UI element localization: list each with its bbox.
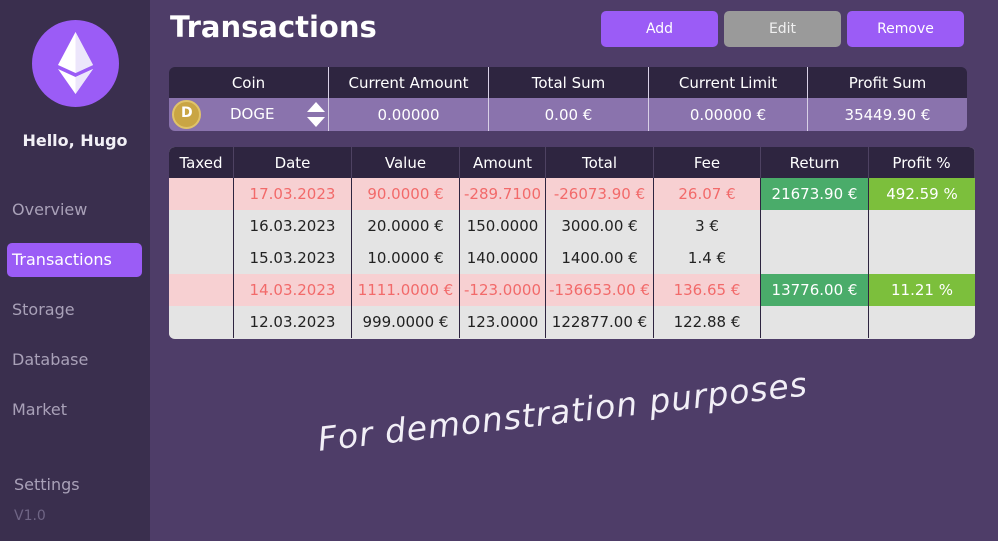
taxed-cell	[169, 274, 234, 306]
total-cell: -136653.00 €	[546, 274, 654, 306]
fee-cell: 122.88 €	[654, 306, 761, 338]
transactions-table-header: Taxed Date Value Amount Total Fee Return…	[169, 147, 975, 178]
sidebar: Hello, Hugo Overview Transactions Storag…	[0, 0, 150, 541]
table-row[interactable]: 17.03.2023 90.0000 € -289.7100 -26073.90…	[169, 178, 975, 210]
taxed-cell	[169, 210, 234, 242]
profit-cell	[869, 242, 975, 274]
date-cell: 12.03.2023	[234, 306, 352, 338]
table-row[interactable]: 16.03.2023 20.0000 € 150.0000 3000.00 € …	[169, 210, 975, 242]
table-row[interactable]: 15.03.2023 10.0000 € 140.0000 1400.00 € …	[169, 242, 975, 274]
value-cell: 20.0000 €	[352, 210, 460, 242]
return-cell: 13776.00 €	[761, 274, 869, 306]
total-cell: 1400.00 €	[546, 242, 654, 274]
value-cell: 1111.0000 €	[352, 274, 460, 306]
demo-watermark: For demonstration purposes	[315, 364, 810, 459]
fee-cell: 136.65 €	[654, 274, 761, 306]
sidebar-item-overview[interactable]: Overview	[12, 200, 87, 219]
date-cell: 14.03.2023	[234, 274, 352, 306]
total-cell: 3000.00 €	[546, 210, 654, 242]
column-header-coin: Coin	[169, 67, 329, 98]
coin-select[interactable]: DOGE	[169, 98, 329, 131]
coin-table-row: DOGE 0.00000 0.00 € 0.00000 € 35449.90 €	[169, 98, 967, 131]
taxed-cell	[169, 178, 234, 210]
page-title: Transactions	[170, 10, 377, 44]
column-header-total-sum: Total Sum	[489, 67, 649, 98]
coin-summary-table: Coin Current Amount Total Sum Current Li…	[169, 67, 967, 131]
column-header-value: Value	[352, 147, 460, 178]
amount-cell: -123.0000	[460, 274, 546, 306]
profit-cell	[869, 306, 975, 338]
value-cell: 90.0000 €	[352, 178, 460, 210]
profit-cell: 492.59 %	[869, 178, 975, 210]
profit-cell: 11.21 %	[869, 274, 975, 306]
total-cell: 122877.00 €	[546, 306, 654, 338]
arrow-up-icon[interactable]	[307, 102, 325, 112]
edit-button[interactable]: Edit	[724, 11, 841, 47]
column-header-profit-sum: Profit Sum	[848, 73, 927, 92]
current-amount-value: 0.00000	[329, 98, 489, 131]
amount-cell: 150.0000	[460, 210, 546, 242]
date-cell: 17.03.2023	[234, 178, 352, 210]
column-header-profit: Profit %	[869, 147, 975, 178]
total-cell: -26073.90 €	[546, 178, 654, 210]
transactions-table: Taxed Date Value Amount Total Fee Return…	[169, 147, 975, 339]
taxed-cell	[169, 242, 234, 274]
coin-table-header: Coin Current Amount Total Sum Current Li…	[169, 67, 967, 98]
add-button[interactable]: Add	[601, 11, 718, 47]
column-header-taxed: Taxed	[169, 147, 234, 178]
return-cell	[761, 306, 869, 338]
taxed-cell	[169, 306, 234, 338]
amount-cell: 123.0000	[460, 306, 546, 338]
sidebar-item-market[interactable]: Market	[12, 400, 67, 419]
column-header-fee: Fee	[654, 147, 761, 178]
sidebar-item-settings[interactable]: Settings	[14, 475, 80, 494]
date-cell: 15.03.2023	[234, 242, 352, 274]
column-header-return: Return	[761, 147, 869, 178]
sidebar-item-transactions[interactable]: Transactions	[7, 243, 142, 277]
profit-cell	[869, 210, 975, 242]
value-cell: 999.0000 €	[352, 306, 460, 338]
sidebar-item-database[interactable]: Database	[12, 350, 88, 369]
doge-coin-icon	[172, 100, 201, 129]
fee-cell: 26.07 €	[654, 178, 761, 210]
version-label: V1.0	[14, 508, 46, 524]
column-header-total: Total	[546, 147, 654, 178]
fee-cell: 1.4 €	[654, 242, 761, 274]
ethereum-logo-icon	[32, 20, 119, 107]
return-cell	[761, 242, 869, 274]
date-cell: 16.03.2023	[234, 210, 352, 242]
fee-cell: 3 €	[654, 210, 761, 242]
profit-sum-value: 35449.90 €	[844, 105, 931, 124]
coin-name: DOGE	[230, 105, 275, 123]
column-header-amount: Amount	[460, 147, 546, 178]
column-header-current-limit: Current Limit	[649, 67, 808, 98]
value-cell: 10.0000 €	[352, 242, 460, 274]
return-cell: 21673.90 €	[761, 178, 869, 210]
column-header-current-amount: Current Amount	[329, 67, 489, 98]
current-limit-value: 0.00000 €	[649, 98, 808, 131]
table-row[interactable]: 12.03.2023 999.0000 € 123.0000 122877.00…	[169, 306, 975, 338]
sidebar-item-storage[interactable]: Storage	[12, 300, 75, 319]
total-sum-value: 0.00 €	[489, 98, 649, 131]
remove-button[interactable]: Remove	[847, 11, 964, 47]
amount-cell: -289.7100	[460, 178, 546, 210]
column-header-date: Date	[234, 147, 352, 178]
arrow-down-icon[interactable]	[307, 117, 325, 127]
table-row[interactable]: 14.03.2023 1111.0000 € -123.0000 -136653…	[169, 274, 975, 306]
user-greeting: Hello, Hugo	[22, 131, 128, 150]
amount-cell: 140.0000	[460, 242, 546, 274]
return-cell	[761, 210, 869, 242]
